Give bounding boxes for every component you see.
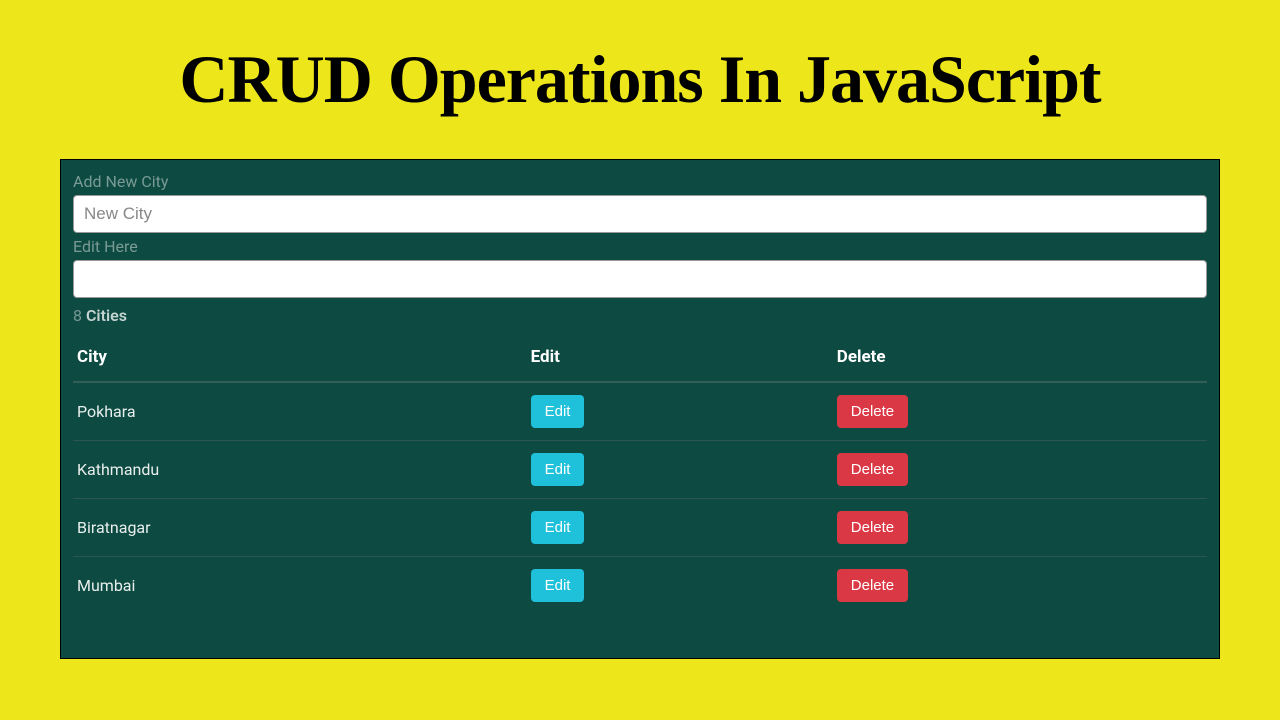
delete-button[interactable]: Delete	[837, 569, 908, 602]
delete-button[interactable]: Delete	[837, 453, 908, 486]
edit-button[interactable]: Edit	[531, 511, 585, 544]
cities-table: City Edit Delete Pokhara Edit Delete Kat…	[73, 333, 1207, 614]
count-number: 8	[73, 306, 82, 325]
edit-city-label: Edit Here	[73, 237, 1207, 256]
add-city-input[interactable]	[73, 195, 1207, 233]
page-title: CRUD Operations In JavaScript	[60, 40, 1220, 119]
add-city-label: Add New City	[73, 172, 1207, 191]
header-edit: Edit	[527, 333, 833, 382]
delete-button[interactable]: Delete	[837, 395, 908, 428]
delete-button[interactable]: Delete	[837, 511, 908, 544]
city-cell: Kathmandu	[73, 441, 527, 499]
table-row: Kathmandu Edit Delete	[73, 441, 1207, 499]
city-cell: Pokhara	[73, 382, 527, 441]
edit-button[interactable]: Edit	[531, 569, 585, 602]
count-word: Cities	[86, 306, 127, 325]
edit-city-input[interactable]	[73, 260, 1207, 298]
header-city: City	[73, 333, 527, 382]
cities-count: 8 Cities	[73, 306, 1207, 325]
table-row: Pokhara Edit Delete	[73, 382, 1207, 441]
city-cell: Biratnagar	[73, 499, 527, 557]
edit-button[interactable]: Edit	[531, 395, 585, 428]
table-row: Biratnagar Edit Delete	[73, 499, 1207, 557]
edit-button[interactable]: Edit	[531, 453, 585, 486]
city-cell: Mumbai	[73, 557, 527, 615]
header-delete: Delete	[833, 333, 1207, 382]
crud-panel: Add New City Edit Here 8 Cities City Edi…	[60, 159, 1220, 659]
table-row: Mumbai Edit Delete	[73, 557, 1207, 615]
